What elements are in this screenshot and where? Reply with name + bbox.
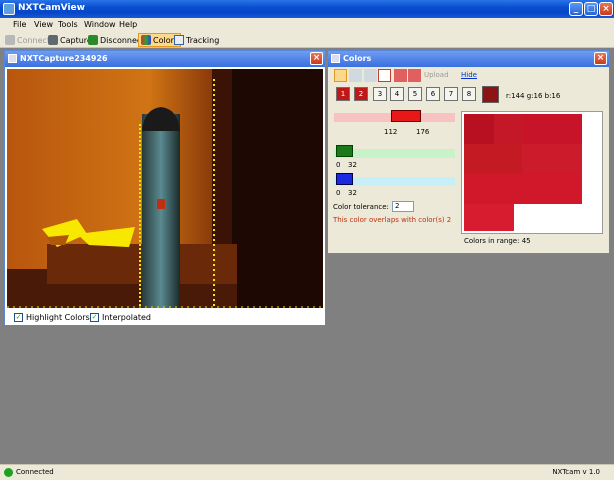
overlap-warning: This color overlaps with color(s) 2 xyxy=(333,216,452,224)
tolerance-stepper[interactable]: 2 xyxy=(392,201,414,212)
tool-icon[interactable] xyxy=(364,69,377,82)
color-range-panel xyxy=(461,111,603,234)
colors-window-titlebar[interactable]: Colors × xyxy=(328,51,609,67)
capture-window: NXTCapture234926 × ✓ Highlight Colors ✓ … xyxy=(4,50,326,326)
capture-close-button[interactable]: × xyxy=(310,52,323,65)
disconnect-icon xyxy=(88,35,98,45)
red-range-slider[interactable] xyxy=(391,110,421,122)
window-icon xyxy=(331,54,340,63)
tolerance-value: 2 xyxy=(395,202,400,210)
close-button[interactable]: × xyxy=(599,2,613,16)
pick-color-icon[interactable] xyxy=(334,69,347,82)
upload-button[interactable]: Upload xyxy=(424,71,449,79)
app-title: NXTCamView xyxy=(18,3,85,13)
interpolated-checkbox[interactable]: ✓ Interpolated xyxy=(90,313,151,322)
menu-help[interactable]: Help xyxy=(119,20,137,29)
captured-image[interactable] xyxy=(7,69,323,308)
colors-in-range: Colors in range: 45 xyxy=(464,237,531,245)
edit-icon[interactable] xyxy=(378,69,391,82)
capture-window-title: NXTCapture234926 xyxy=(20,54,108,63)
highlight-colors-checkbox[interactable]: ✓ Highlight Colors xyxy=(14,313,90,322)
red-low-value: 112 xyxy=(384,128,398,136)
rgb-readout: r:144 g:16 b:16 xyxy=(506,92,561,100)
color-slot-2[interactable]: 2 xyxy=(354,87,368,101)
palette-icon xyxy=(141,35,151,45)
highlight-colors-label: Highlight Colors xyxy=(26,313,90,322)
remove-icon[interactable] xyxy=(394,69,407,82)
color-slot-8[interactable]: 8 xyxy=(462,87,476,101)
capture-window-titlebar[interactable]: NXTCapture234926 × xyxy=(5,51,325,67)
main-toolbar: Connect Capture Disconnect Colors Tracki… xyxy=(0,32,614,48)
checkbox-checked-icon: ✓ xyxy=(90,313,99,322)
color-range-grid xyxy=(464,114,582,231)
status-text: Connected xyxy=(16,468,54,476)
hide-link[interactable]: Hide xyxy=(461,71,477,79)
version-text: NXTcam v 1.0 xyxy=(552,468,600,476)
menu-bar: File View Tools Window Help xyxy=(0,18,614,32)
tracking-icon xyxy=(174,35,184,45)
color-slot-1[interactable]: 1 xyxy=(336,87,350,101)
color-slot-4[interactable]: 4 xyxy=(390,87,404,101)
colors-close-button[interactable]: × xyxy=(594,52,607,65)
green-low-value: 0 xyxy=(336,161,341,169)
blue-high-value: 32 xyxy=(348,189,357,197)
camera-icon xyxy=(48,35,58,45)
connect-button[interactable]: Connect xyxy=(3,33,52,47)
maximize-button[interactable]: □ xyxy=(584,2,598,16)
tolerance-label: Color tolerance: xyxy=(333,203,389,211)
colors-window-title: Colors xyxy=(343,54,372,63)
menu-view[interactable]: View xyxy=(34,20,53,29)
menu-tools[interactable]: Tools xyxy=(58,20,78,29)
menu-file[interactable]: File xyxy=(13,20,26,29)
captured-image-graphic xyxy=(7,69,323,308)
color-slot-5[interactable]: 5 xyxy=(408,87,422,101)
color-slot-3[interactable]: 3 xyxy=(373,87,387,101)
blue-low-value: 0 xyxy=(336,189,341,197)
connect-icon xyxy=(5,35,15,45)
green-range-slider[interactable] xyxy=(336,145,353,157)
tool-icon[interactable] xyxy=(349,69,362,82)
red-high-value: 176 xyxy=(416,128,430,136)
tracking-button[interactable]: Tracking xyxy=(172,33,221,47)
colors-window: Colors × Upload Hide 1 2 3 4 5 6 7 8 r:1… xyxy=(327,50,610,254)
app-titlebar: NXTCamView _ □ × xyxy=(0,0,614,18)
status-icon xyxy=(4,468,13,477)
minimize-button[interactable]: _ xyxy=(569,2,583,16)
menu-window[interactable]: Window xyxy=(84,20,116,29)
green-high-value: 32 xyxy=(348,161,357,169)
color-slot-6[interactable]: 6 xyxy=(426,87,440,101)
blue-range-slider[interactable] xyxy=(336,173,353,185)
checkbox-checked-icon: ✓ xyxy=(14,313,23,322)
status-bar: Connected NXTcam v 1.0 xyxy=(0,464,614,480)
selected-color-swatch xyxy=(482,86,499,103)
app-icon xyxy=(3,3,15,15)
tracking-label: Tracking xyxy=(186,35,220,45)
interpolated-label: Interpolated xyxy=(102,313,152,322)
remove-icon[interactable] xyxy=(408,69,421,82)
window-icon xyxy=(8,54,17,63)
color-slot-7[interactable]: 7 xyxy=(444,87,458,101)
